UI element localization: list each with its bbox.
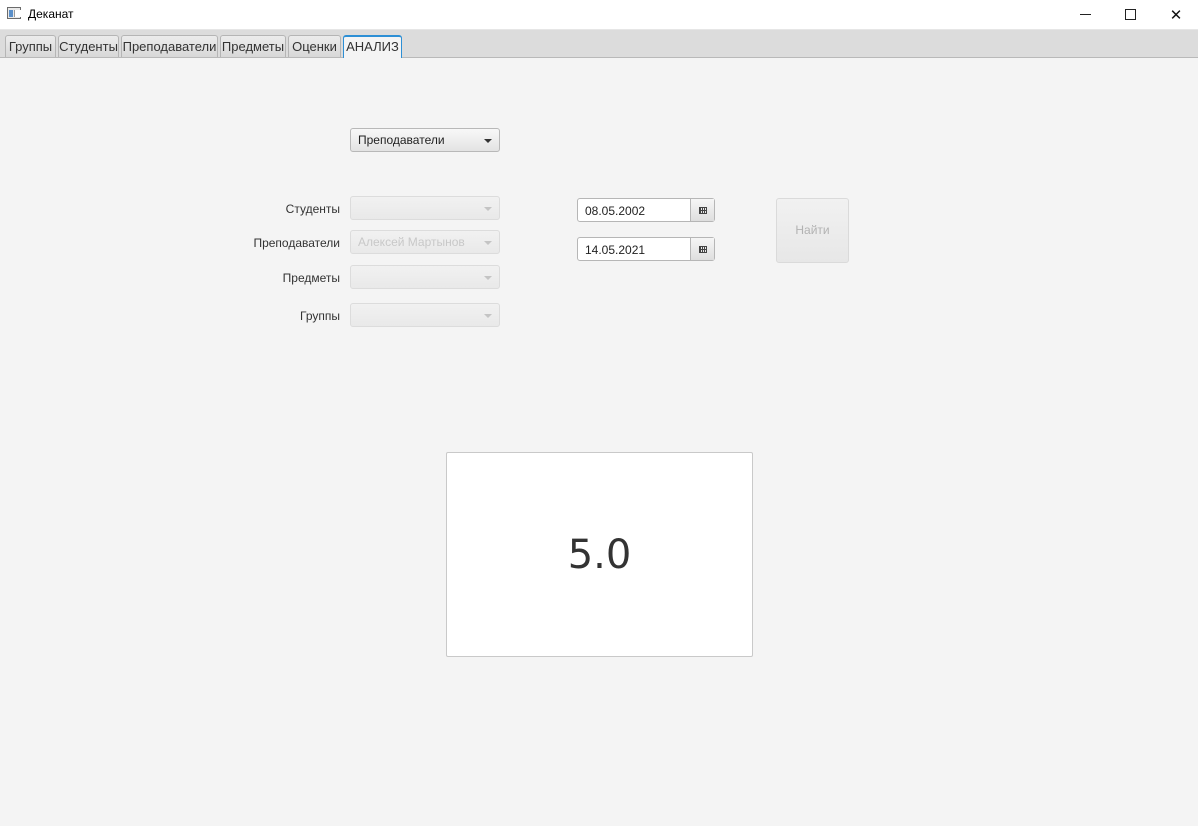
chevron-down-icon <box>484 139 492 143</box>
find-button[interactable]: Найти <box>776 198 849 263</box>
subjects-filter-select[interactable] <box>350 265 500 289</box>
close-icon: ✕ <box>1169 6 1183 24</box>
tab-teachers[interactable]: Преподаватели <box>121 35 218 57</box>
title-bar: Деканат ✕ <box>0 0 1198 30</box>
students-filter-label: Студенты <box>285 202 340 216</box>
analysis-mode-select[interactable]: Преподаватели <box>350 128 500 152</box>
chevron-down-icon <box>484 241 492 245</box>
maximize-icon <box>1124 9 1136 20</box>
date-to-picker[interactable]: 14.05.2021 <box>577 237 715 261</box>
chevron-down-icon <box>484 314 492 318</box>
calendar-icon <box>698 206 707 214</box>
students-filter-select[interactable] <box>350 196 500 220</box>
tab-bar: Группы Студенты Преподаватели Предметы О… <box>0 30 1198 58</box>
minimize-icon <box>1079 14 1091 15</box>
result-panel: 5.0 <box>446 452 753 657</box>
date-from-value[interactable]: 08.05.2002 <box>585 204 645 218</box>
subjects-filter-label: Предметы <box>282 271 340 285</box>
date-from-picker[interactable]: 08.05.2002 <box>577 198 715 222</box>
tab-students[interactable]: Студенты <box>58 35 119 57</box>
result-value: 5.0 <box>567 532 632 578</box>
minimize-button[interactable] <box>1062 0 1108 29</box>
teachers-filter-select[interactable]: Алексей Мартынов <box>350 230 500 254</box>
calendar-icon <box>698 245 707 253</box>
tab-analysis[interactable]: АНАЛИЗ <box>343 35 402 58</box>
teachers-filter-value: Алексей Мартынов <box>358 235 465 249</box>
teachers-filter-label: Преподаватели <box>253 236 340 250</box>
groups-filter-select[interactable] <box>350 303 500 327</box>
date-from-calendar-button[interactable] <box>690 199 714 221</box>
close-button[interactable]: ✕ <box>1153 0 1198 29</box>
tab-subjects[interactable]: Предметы <box>220 35 286 57</box>
analysis-mode-value: Преподаватели <box>358 133 445 147</box>
chevron-down-icon <box>484 207 492 211</box>
tab-groups[interactable]: Группы <box>5 35 56 57</box>
chevron-down-icon <box>484 276 492 280</box>
tab-grades[interactable]: Оценки <box>288 35 341 57</box>
groups-filter-label: Группы <box>300 309 340 323</box>
date-to-value[interactable]: 14.05.2021 <box>585 243 645 257</box>
maximize-button[interactable] <box>1107 0 1153 29</box>
date-to-calendar-button[interactable] <box>690 238 714 260</box>
app-window-icon <box>7 7 21 19</box>
window-title: Деканат <box>28 7 74 21</box>
